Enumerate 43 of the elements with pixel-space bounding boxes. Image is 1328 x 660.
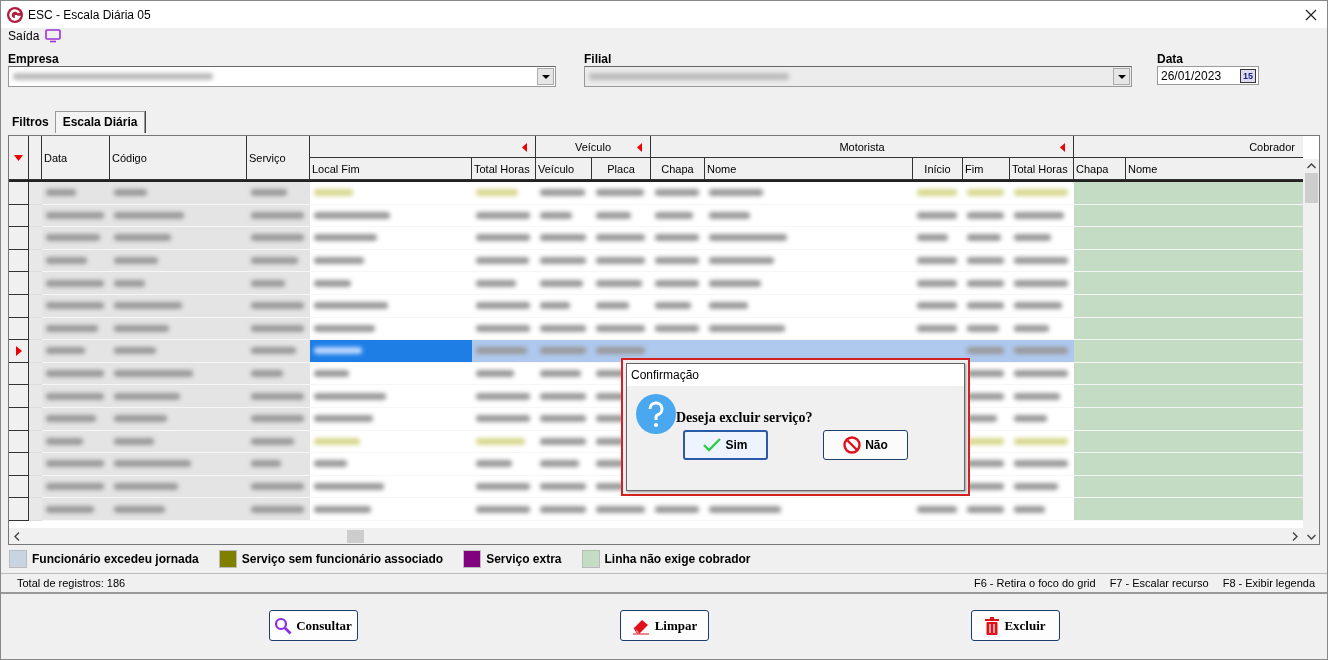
search-button[interactable]: Consultar [268, 610, 358, 641]
column-header[interactable]: Início [913, 158, 963, 180]
column-header[interactable]: Chapa [651, 158, 705, 180]
clear-button[interactable]: Limpar [619, 610, 709, 641]
date-field[interactable]: 26/01/2023 15 [1157, 66, 1259, 85]
column-header[interactable]: Fim [963, 158, 1010, 180]
legend-label: Linha não exige cobrador [604, 552, 751, 566]
shortcut-hint: F7 - Escalar recurso [1109, 577, 1209, 589]
menu-item[interactable]: Saída [8, 29, 40, 43]
column-header[interactable]: Veículo [536, 158, 592, 180]
group-label: Motorista [839, 140, 885, 153]
no-button[interactable]: Não [823, 430, 908, 460]
column-header[interactable]: Chapa [1074, 158, 1126, 180]
tab[interactable]: Escala Diária [54, 111, 146, 133]
column-header[interactable]: Total Horas [472, 158, 536, 180]
group-label: Cobrador [1249, 140, 1295, 153]
column-header[interactable]: Local Fim [310, 158, 472, 180]
legend-label: Funcionário excedeu jornada [32, 552, 199, 566]
column-header[interactable]: Total Horas [1010, 158, 1074, 180]
tab[interactable]: Filtros [6, 111, 55, 133]
column-header[interactable]: Nome [705, 158, 913, 180]
dialog-message: Deseja excluir serviço? [676, 410, 813, 426]
calendar-button[interactable]: 15 [1240, 68, 1256, 83]
column-group-header[interactable]: Veículo [536, 136, 651, 158]
field-label: Filial [584, 52, 613, 66]
column-header[interactable]: Placa [592, 158, 651, 180]
legend-label: Serviço sem funcionário associado [241, 552, 444, 566]
shortcut-hint: F6 - Retira o foco do grid [973, 577, 1096, 589]
delete-button[interactable]: Excluir [970, 610, 1060, 641]
shortcut-hint: F8 - Exibir legenda [1222, 577, 1315, 589]
column-group-header[interactable]: Cobrador [1074, 136, 1304, 158]
column-header[interactable]: Data [42, 136, 110, 180]
legend-label: Serviço extra [486, 552, 562, 566]
field-label: Data [1157, 52, 1184, 66]
yes-button[interactable]: Sim [683, 430, 768, 460]
record-count: Total de registros: 186 [17, 577, 126, 589]
column-header[interactable]: Código [110, 136, 247, 180]
column-header[interactable]: Serviço [247, 136, 310, 180]
field-label: Empresa [8, 52, 60, 66]
dialog-title: Confirmação [627, 364, 964, 386]
column-group-header[interactable]: Motorista [651, 136, 1074, 158]
window-title: ESC - Escala Diária 05 [28, 7, 152, 22]
group-label: Veículo [574, 140, 612, 153]
